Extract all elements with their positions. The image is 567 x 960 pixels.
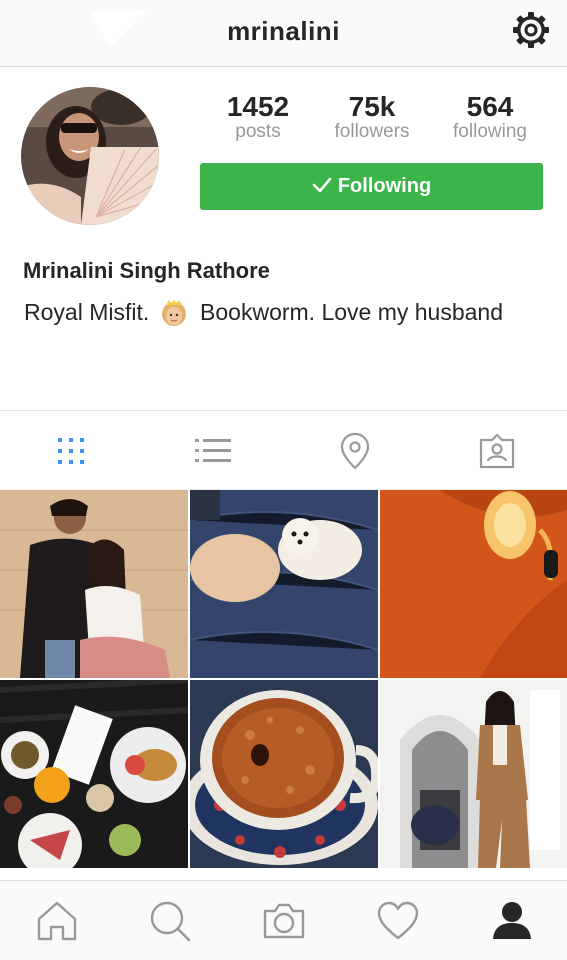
profile-username: mrinalini [227,16,340,46]
profile-avatar[interactable] [21,87,159,225]
post-thumbnail[interactable] [380,680,567,868]
post-thumbnail[interactable] [380,490,567,678]
list-icon[interactable] [193,431,233,471]
profile-icon[interactable] [490,899,534,943]
top-header: mrinalini [0,0,567,67]
profile-tabs [0,410,567,490]
following-stat[interactable]: 564 following [440,92,540,142]
check-icon [312,177,332,193]
following-count: 564 [466,91,514,122]
heart-icon[interactable] [376,899,420,943]
camera-icon[interactable] [262,899,306,943]
gear-icon[interactable] [511,10,551,50]
posts-stat[interactable]: 1452 posts [218,92,298,142]
posts-count: 1452 [226,91,290,122]
following-button[interactable]: Following [200,163,543,210]
bottom-navigation [0,880,567,960]
posts-grid [0,490,567,868]
grid-icon[interactable] [51,431,91,471]
bio-text-start: Royal Misfit. [24,299,150,325]
princess-emoji-icon [161,299,186,326]
location-pin-icon[interactable] [335,431,375,471]
post-thumbnail[interactable] [190,680,378,868]
search-icon[interactable] [148,899,192,943]
display-name: Mrinalini Singh Rathore [23,258,270,283]
profile-bio: Royal Misfit. Bookworm. Love my husband [24,295,503,327]
post-thumbnail[interactable] [0,680,188,868]
following-button-label: Following [337,175,432,197]
tagged-user-icon[interactable] [477,431,517,471]
bio-text-end: Bookworm. Love my husband [200,299,504,325]
post-thumbnail[interactable] [190,490,378,678]
post-thumbnail[interactable] [0,490,188,678]
followers-label: followers [334,121,410,142]
followers-stat[interactable]: 75k followers [322,92,422,142]
followers-count: 75k [348,91,396,122]
home-icon[interactable] [35,899,79,943]
following-label: following [453,121,527,142]
profile-stats: 1452 posts 75k followers 564 following [200,92,545,152]
posts-label: posts [235,121,281,142]
